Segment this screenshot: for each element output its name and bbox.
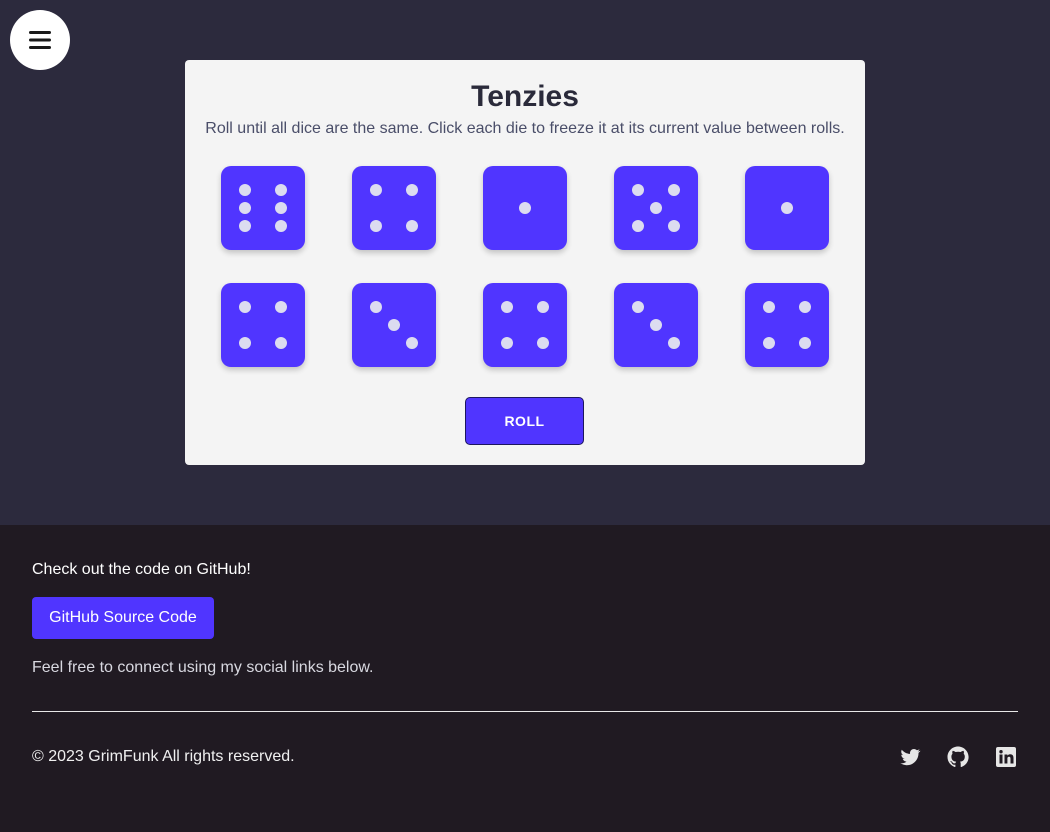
die-pip — [781, 202, 793, 214]
die-pip — [763, 301, 775, 313]
die-pip — [668, 220, 680, 232]
die-pip — [239, 301, 251, 313]
die-pip — [406, 184, 418, 196]
footer-note: Feel free to connect using my social lin… — [32, 659, 374, 676]
die-pip — [501, 301, 513, 313]
github-source-button[interactable]: GitHub Source Code — [32, 597, 214, 639]
die-7[interactable] — [352, 283, 436, 367]
die-pip — [239, 337, 251, 349]
die-pip — [632, 301, 644, 313]
die-pip — [501, 337, 513, 349]
die-8[interactable] — [483, 283, 567, 367]
die-pip — [668, 337, 680, 349]
die-pip — [668, 184, 680, 196]
github-link[interactable] — [946, 745, 970, 769]
die-pip — [370, 184, 382, 196]
linkedin-link[interactable] — [994, 745, 1018, 769]
die-pip — [388, 319, 400, 331]
die-pip — [519, 202, 531, 214]
github-icon — [947, 746, 969, 768]
die-pip — [406, 337, 418, 349]
die-pip — [239, 220, 251, 232]
die-pip — [370, 220, 382, 232]
die-pip — [370, 301, 382, 313]
site-footer: Check out the code on GitHub! GitHub Sou… — [0, 525, 1050, 832]
twitter-icon — [900, 749, 921, 766]
die-pip — [275, 202, 287, 214]
roll-button[interactable]: ROLL — [465, 397, 584, 445]
twitter-link[interactable] — [898, 745, 922, 769]
copyright-text: © 2023 GrimFunk All rights reserved. — [32, 748, 295, 765]
die-pip — [275, 220, 287, 232]
die-pip — [650, 202, 662, 214]
die-4[interactable] — [614, 166, 698, 250]
die-10[interactable] — [745, 283, 829, 367]
menu-button[interactable] — [10, 10, 70, 70]
die-pip — [632, 220, 644, 232]
die-pip — [763, 337, 775, 349]
die-pip — [799, 337, 811, 349]
die-pip — [239, 202, 251, 214]
die-pip — [537, 301, 549, 313]
die-1[interactable] — [221, 166, 305, 250]
die-pip — [406, 220, 418, 232]
die-pip — [275, 184, 287, 196]
die-pip — [632, 184, 644, 196]
game-card: Tenzies Roll until all dice are the same… — [185, 60, 865, 465]
hamburger-menu-icon — [29, 31, 51, 49]
main-area: Tenzies Roll until all dice are the same… — [0, 0, 1050, 525]
die-pip — [275, 301, 287, 313]
die-pip — [650, 319, 662, 331]
die-2[interactable] — [352, 166, 436, 250]
footer-divider — [32, 711, 1018, 712]
linkedin-icon — [996, 747, 1016, 767]
die-pip — [799, 301, 811, 313]
die-pip — [275, 337, 287, 349]
footer-heading: Check out the code on GitHub! — [32, 561, 251, 578]
die-pip — [239, 184, 251, 196]
die-6[interactable] — [221, 283, 305, 367]
die-5[interactable] — [745, 166, 829, 250]
die-pip — [537, 337, 549, 349]
die-3[interactable] — [483, 166, 567, 250]
die-9[interactable] — [614, 283, 698, 367]
